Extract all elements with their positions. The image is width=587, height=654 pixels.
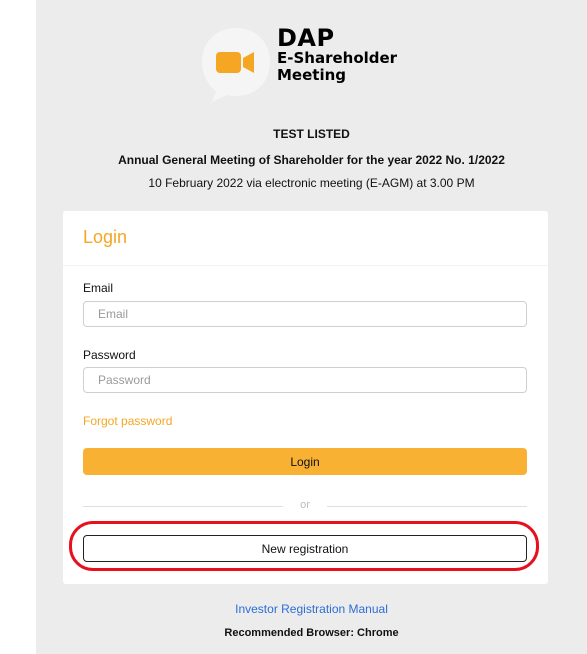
- meeting-date: 10 February 2022 via electronic meeting …: [148, 176, 475, 190]
- email-field[interactable]: [83, 301, 527, 327]
- video-camera-chat-bubble-icon: [202, 28, 270, 102]
- logo-subtitle-2: Meeting: [277, 66, 347, 84]
- email-label: Email: [83, 281, 114, 295]
- new-registration-button[interactable]: New registration: [83, 535, 527, 562]
- separator-line-right: [327, 506, 527, 507]
- company-name: TEST LISTED: [273, 127, 350, 141]
- logo-text: DAP E-Shareholder Meeting: [277, 26, 397, 85]
- meeting-title: Annual General Meeting of Shareholder fo…: [118, 153, 505, 167]
- or-text: or: [300, 499, 310, 511]
- forgot-password-link[interactable]: Forgot password: [83, 414, 172, 428]
- login-card: Login Email Password Forgot password Log…: [63, 211, 548, 584]
- or-separator: or: [83, 499, 527, 513]
- logo-title: DAP: [277, 24, 335, 52]
- investor-registration-manual-link[interactable]: Investor Registration Manual: [36, 602, 587, 616]
- recommended-browser-note: Recommended Browser: Chrome: [224, 627, 399, 639]
- password-field[interactable]: [83, 367, 527, 393]
- card-divider: [63, 265, 548, 266]
- password-label: Password: [83, 348, 136, 362]
- login-button[interactable]: Login: [83, 448, 527, 475]
- login-heading: Login: [83, 227, 128, 247]
- app-logo: DAP E-Shareholder Meeting: [200, 26, 430, 106]
